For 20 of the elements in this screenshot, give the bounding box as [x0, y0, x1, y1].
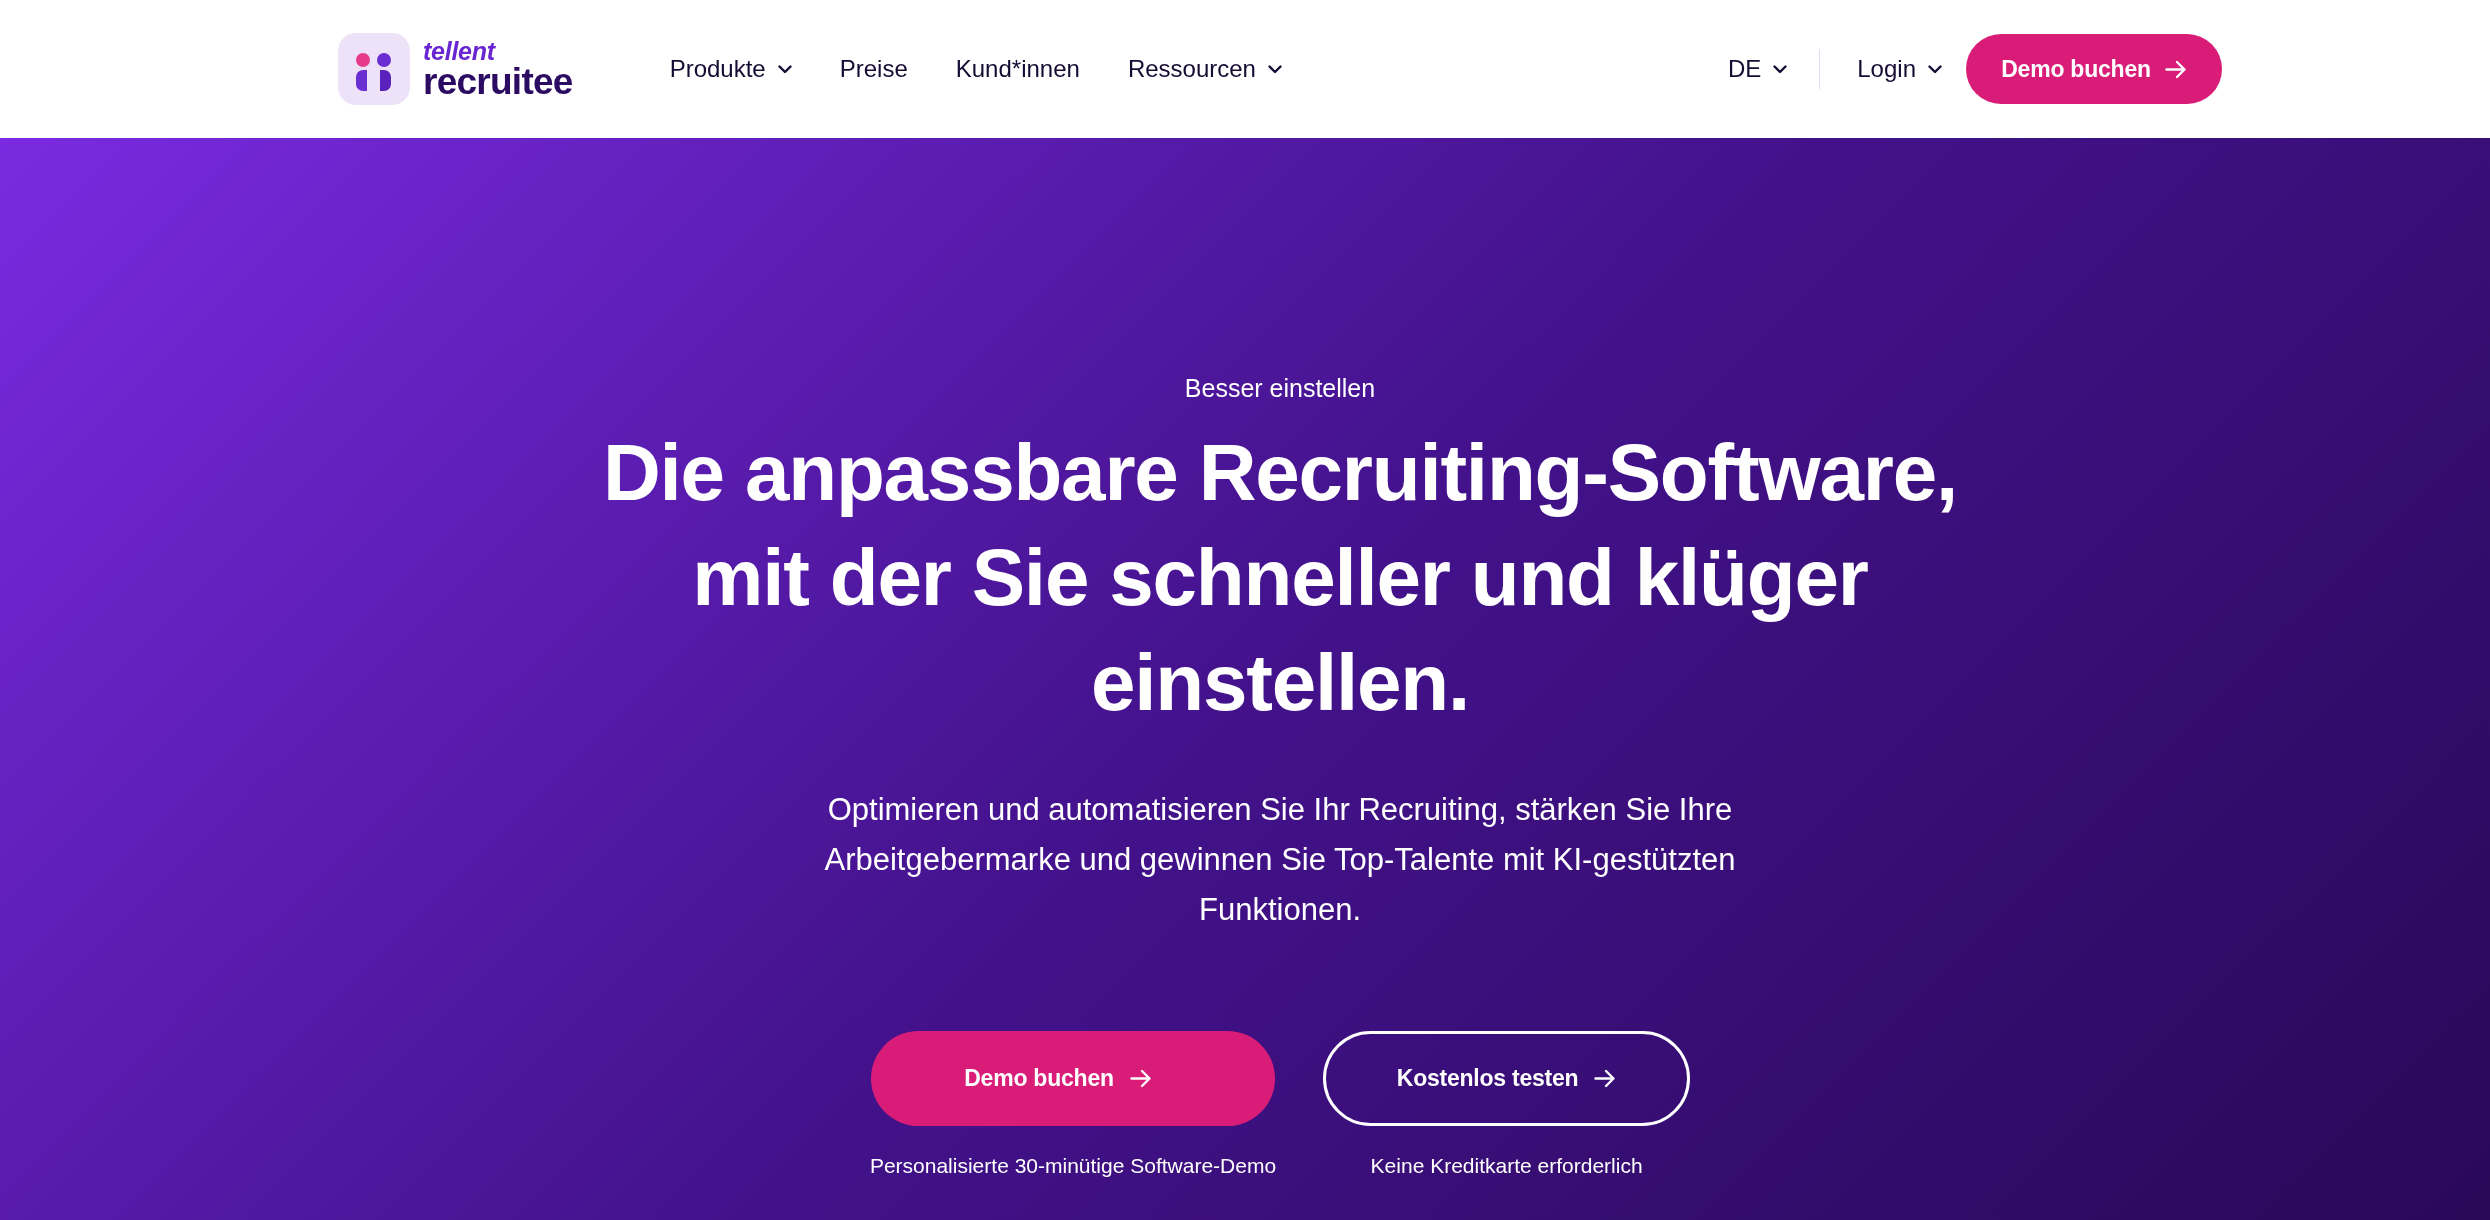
button-caption: Personalisierte 30-minütige Software-Demo: [869, 1153, 1277, 1179]
demo-button[interactable]: Demo buchen: [1966, 34, 2222, 104]
nav-link[interactable]: Preise: [839, 51, 908, 87]
arrow-right-icon: [1594, 1069, 1617, 1088]
nav-link[interactable]: Kund*innen: [955, 51, 1080, 87]
trial-button[interactable]: Kostenlos testen: [1323, 1031, 1691, 1126]
eyebrow-text: Besser einstellen: [1184, 373, 1376, 403]
logo-icon[interactable]: [338, 33, 410, 105]
language-selector[interactable]: DE: [1727, 51, 1788, 87]
button-caption: Keine Kreditkarte erforderlich: [1370, 1153, 1643, 1179]
arrow-right-icon: [1129, 1069, 1152, 1088]
login-menu[interactable]: Login: [1857, 51, 1942, 87]
demo-button[interactable]: Demo buchen: [871, 1031, 1275, 1126]
brand-name: tellent: [423, 38, 497, 64]
hero-subtitle: Optimieren und automatisieren Sie Ihr Recruiting, stärken Sie Ihre Arbeitgebermarke und gewinnen Sie Top-Talente mit KI-gestützten Funktionen.: [823, 791, 1737, 929]
product-name: recruitee: [423, 64, 573, 100]
arrow-right-icon: [2164, 59, 2187, 79]
hero-headline: Die anpassbare Recruiting-Software, mit der Sie schneller und klüger einstellen.: [602, 427, 1958, 729]
nav-link[interactable]: Produkte: [669, 51, 792, 87]
nav-link[interactable]: Ressourcen: [1127, 51, 1282, 87]
